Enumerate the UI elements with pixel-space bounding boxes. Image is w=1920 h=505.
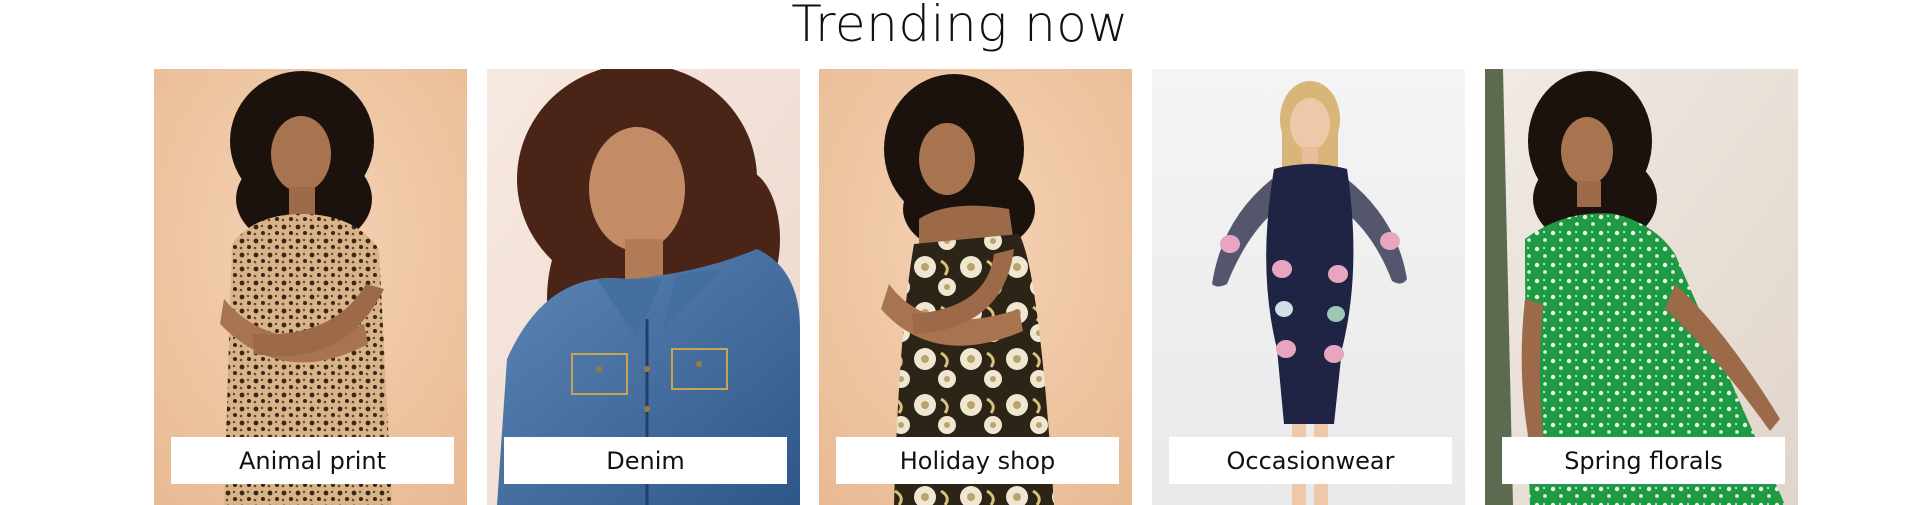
tile-denim[interactable]: Denim [487, 69, 800, 505]
tile-spring-florals[interactable]: Spring florals [1485, 69, 1798, 505]
tile-label: Spring florals [1502, 437, 1785, 484]
tile-label: Occasionwear [1169, 437, 1452, 484]
section-title: Trending now [791, 0, 1129, 53]
tile-holiday-shop[interactable]: Holiday shop [819, 69, 1132, 505]
tile-occasionwear[interactable]: Occasionwear [1152, 69, 1465, 505]
tile-animal-print[interactable]: Animal print [154, 69, 467, 505]
tile-label: Denim [504, 437, 787, 484]
trending-tiles: Animal print Denim Holiday shop Occasion… [154, 69, 1798, 505]
tile-label: Animal print [171, 437, 454, 484]
tile-label: Holiday shop [836, 437, 1119, 484]
